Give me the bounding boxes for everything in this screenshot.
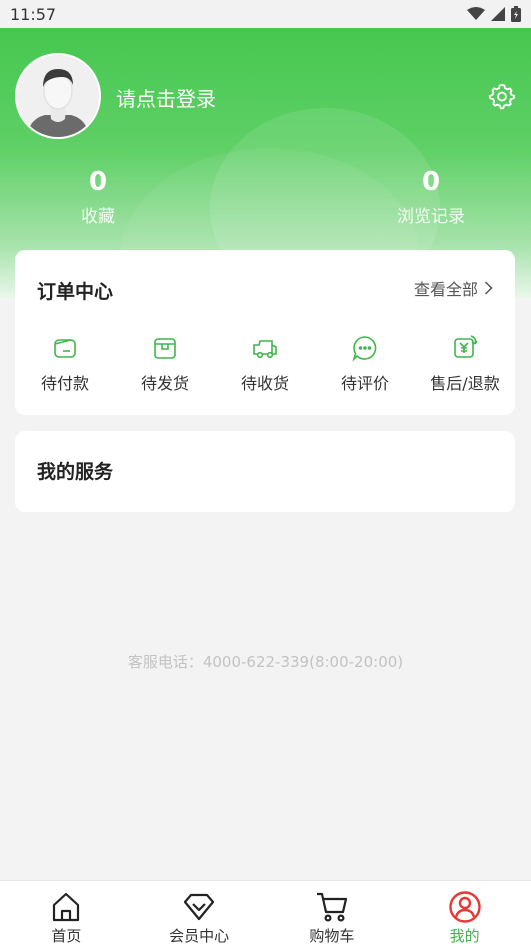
cart-icon: [316, 892, 347, 922]
tab-mine-label: 我的: [449, 927, 480, 945]
comment-icon: [352, 336, 377, 362]
bottom-tab-bar: 首页 会员中心 购物车 我的: [0, 880, 531, 948]
view-all-orders-link[interactable]: 查看全部: [414, 276, 493, 300]
tab-cart[interactable]: 购物车: [266, 881, 399, 948]
status-bar: 11:57: [0, 0, 531, 28]
tab-home[interactable]: 首页: [0, 881, 133, 948]
order-center-title: 订单中心: [37, 281, 114, 303]
refund-icon: [454, 335, 478, 358]
wallet-icon: [54, 339, 76, 358]
diamond-icon: [184, 893, 215, 921]
default-avatar-icon: [17, 55, 99, 137]
my-services-title: 我的服务: [37, 461, 114, 483]
order-pending-receipt-label: 待收货: [240, 374, 289, 393]
favorites-stat[interactable]: 0 收藏: [28, 166, 168, 227]
tab-mine[interactable]: 我的: [398, 881, 531, 948]
order-status-list: 待付款 待发货 待收货 待评价 售后/退款: [15, 334, 515, 394]
settings-button[interactable]: [488, 82, 516, 110]
order-pending-review-label: 待评价: [340, 374, 389, 393]
order-pending-payment[interactable]: 待付款: [15, 334, 115, 394]
history-count: 0: [421, 167, 441, 197]
tab-home-label: 首页: [51, 927, 82, 945]
view-all-label: 查看全部: [413, 280, 478, 299]
battery-icon: [511, 6, 521, 22]
history-label: 浏览记录: [397, 207, 465, 227]
package-icon: [154, 338, 176, 359]
order-pending-review[interactable]: 待评价: [315, 334, 415, 394]
login-prompt[interactable]: 请点击登录: [116, 83, 216, 112]
tab-cart-label: 购物车: [309, 927, 355, 945]
tab-member-center[interactable]: 会员中心: [133, 881, 266, 948]
order-after-sales[interactable]: 售后/退款: [415, 334, 515, 394]
history-stat[interactable]: 0 浏览记录: [361, 166, 501, 227]
order-center-card: 订单中心 查看全部 待付款 待发货 待收货 待评价 售后/退款: [15, 250, 515, 415]
status-icons: [467, 6, 521, 22]
order-pending-receipt[interactable]: 待收货: [215, 334, 315, 394]
favorites-count: 0: [88, 167, 108, 197]
home-icon: [53, 892, 80, 922]
order-after-sales-label: 售后/退款: [430, 374, 500, 393]
user-circle-icon: [448, 891, 481, 923]
tab-member-center-label: 会员中心: [169, 927, 230, 945]
truck-icon: [253, 340, 277, 359]
order-pending-shipment-label: 待发货: [140, 374, 189, 393]
customer-service-hotline[interactable]: 客服电话：4000-622-339(8:00-20:00): [0, 651, 531, 672]
status-time: 11:57: [10, 4, 57, 24]
wifi-icon: [467, 7, 485, 20]
chevron-right-icon: [484, 281, 493, 295]
avatar[interactable]: [15, 53, 101, 139]
gear-icon: [488, 83, 516, 110]
my-services-card: 我的服务: [15, 431, 515, 512]
favorites-label: 收藏: [81, 207, 115, 227]
order-pending-shipment[interactable]: 待发货: [115, 334, 215, 394]
order-pending-payment-label: 待付款: [40, 374, 89, 393]
signal-icon: [491, 7, 505, 21]
